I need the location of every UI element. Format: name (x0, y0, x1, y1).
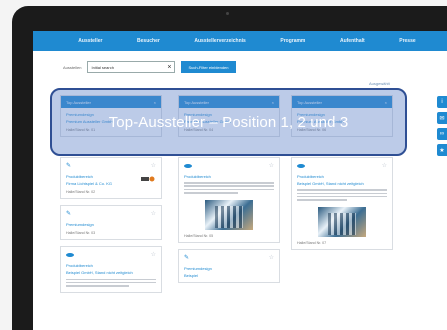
card-category: Produktbereich (297, 174, 324, 180)
card-description (297, 189, 387, 201)
side-toolbar: i ✉ ∞ ★ (437, 96, 447, 156)
nav-item-ausstellerverzeichnis[interactable]: Ausstellerverzeichnis (194, 38, 245, 44)
exhibitor-card[interactable]: ✎ ☆ Premiumdesign Halle/Stand Nr. 03 (60, 205, 162, 241)
favorite-star-icon[interactable]: ☆ (382, 162, 387, 169)
clear-icon[interactable]: × (167, 64, 171, 71)
search-label: Ausstellen (63, 64, 82, 70)
star-icon[interactable]: ★ (437, 144, 447, 156)
card-icon-row: ☆ (292, 158, 392, 170)
card-body: Produktbereich Beispiel GmbH, Stand nich… (61, 259, 161, 292)
card-body: Produktbereich Halle/Stand Nr. 05 (179, 170, 279, 241)
info-icon[interactable]: i (437, 96, 447, 108)
card-company[interactable]: Beispiel GmbH, Stand nicht zeitgleich (297, 181, 387, 186)
card-body: Produktbereich Beispiel GmbH, Stand nich… (292, 170, 392, 249)
overlay-caption: Top-Aussteller – Position 1, 2 und 3 (108, 113, 349, 131)
favorite-star-icon[interactable]: ☆ (269, 254, 274, 261)
card-description (66, 278, 156, 287)
card-company[interactable]: Beispiel GmbH, Stand nicht zeitgleich (66, 270, 156, 275)
card-icon-row: ☆ (61, 247, 161, 259)
nav-item-presse[interactable]: Presse (399, 38, 415, 44)
exhibitor-card[interactable]: ✎ ☆ Premiumdesign Beispiel (178, 248, 280, 283)
card-meta: Halle/Stand Nr. 02 (66, 190, 96, 195)
exhibitor-card[interactable]: ☆ Produktbereich Beispiel GmbH, Stand ni… (291, 157, 393, 250)
card-category: Produktbereich (184, 174, 211, 180)
card-meta: Halle/Stand Nr. 05 (184, 233, 214, 238)
exhibitor-photo (205, 199, 253, 230)
search-row: Ausstellen Initial search × Such-Filter … (63, 61, 236, 73)
card-description (184, 182, 274, 194)
favorite-star-icon[interactable]: ☆ (151, 162, 156, 169)
search-value: Initial search (91, 64, 114, 70)
card-category: Premiumdesign (66, 222, 94, 228)
card-body: Premiumdesign Beispiel (179, 262, 279, 282)
favorite-star-icon[interactable]: ☆ (151, 251, 156, 258)
card-company[interactable]: Beispiel (184, 273, 274, 278)
nav-item-aufenthalt[interactable]: Aufenthalt (340, 38, 365, 44)
card-body: Produktbereich Firma Lichtspiel & Co. KG… (61, 170, 161, 198)
device-frame: Aussteller Besucher Ausstellerverzeichni… (0, 0, 447, 330)
pen-icon: ✎ (66, 211, 72, 218)
card-meta: Halle/Stand Nr. 03 (66, 231, 96, 236)
card-category: Premiumdesign (184, 265, 212, 271)
eye-icon (184, 163, 192, 168)
card-icon-row: ✎ ☆ (61, 158, 161, 170)
card-icon-row: ☆ (179, 158, 279, 170)
highlight-overlay: Top-Aussteller – Position 1, 2 und 3 (50, 88, 407, 156)
card-icon-row: ✎ ☆ (179, 250, 279, 262)
favorite-star-icon[interactable]: ☆ (151, 210, 156, 217)
link-icon[interactable]: ∞ (437, 128, 447, 140)
camera-dot (226, 12, 229, 15)
nav-item-programm[interactable]: Programm (280, 38, 305, 44)
pen-icon: ✎ (184, 254, 190, 261)
card-meta: Halle/Stand Nr. 07 (297, 240, 327, 245)
mail-icon[interactable]: ✉ (437, 112, 447, 124)
favorite-star-icon[interactable]: ☆ (269, 162, 274, 169)
selected-link[interactable]: Ausgewählt (369, 81, 390, 86)
nav-item-aussteller[interactable]: Aussteller (78, 38, 102, 44)
eye-icon (66, 252, 74, 257)
exhibitor-photo (318, 206, 366, 237)
nav-item-besucher[interactable]: Besucher (137, 38, 160, 44)
exhibitor-card[interactable]: ☆ Produktbereich Halle/Stand Nr. 05 (178, 157, 280, 243)
card-body: Premiumdesign Halle/Stand Nr. 03 (61, 218, 161, 239)
card-icon-row: ✎ ☆ (61, 206, 161, 218)
top-navigation: Aussteller Besucher Ausstellerverzeichni… (33, 31, 447, 51)
exhibitor-card[interactable]: ☆ Produktbereich Beispiel GmbH, Stand ni… (60, 246, 162, 294)
screen: Aussteller Besucher Ausstellerverzeichni… (33, 31, 447, 330)
filter-button[interactable]: Such-Filter einblenden (181, 61, 236, 73)
card-category: Produktbereich (66, 263, 93, 269)
search-input[interactable]: Initial search × (87, 61, 176, 73)
eye-icon (297, 163, 305, 168)
company-logo (141, 176, 155, 182)
exhibitor-card[interactable]: ✎ ☆ Produktbereich Firma Lichtspiel & Co.… (60, 157, 162, 200)
pen-icon: ✎ (66, 163, 72, 170)
